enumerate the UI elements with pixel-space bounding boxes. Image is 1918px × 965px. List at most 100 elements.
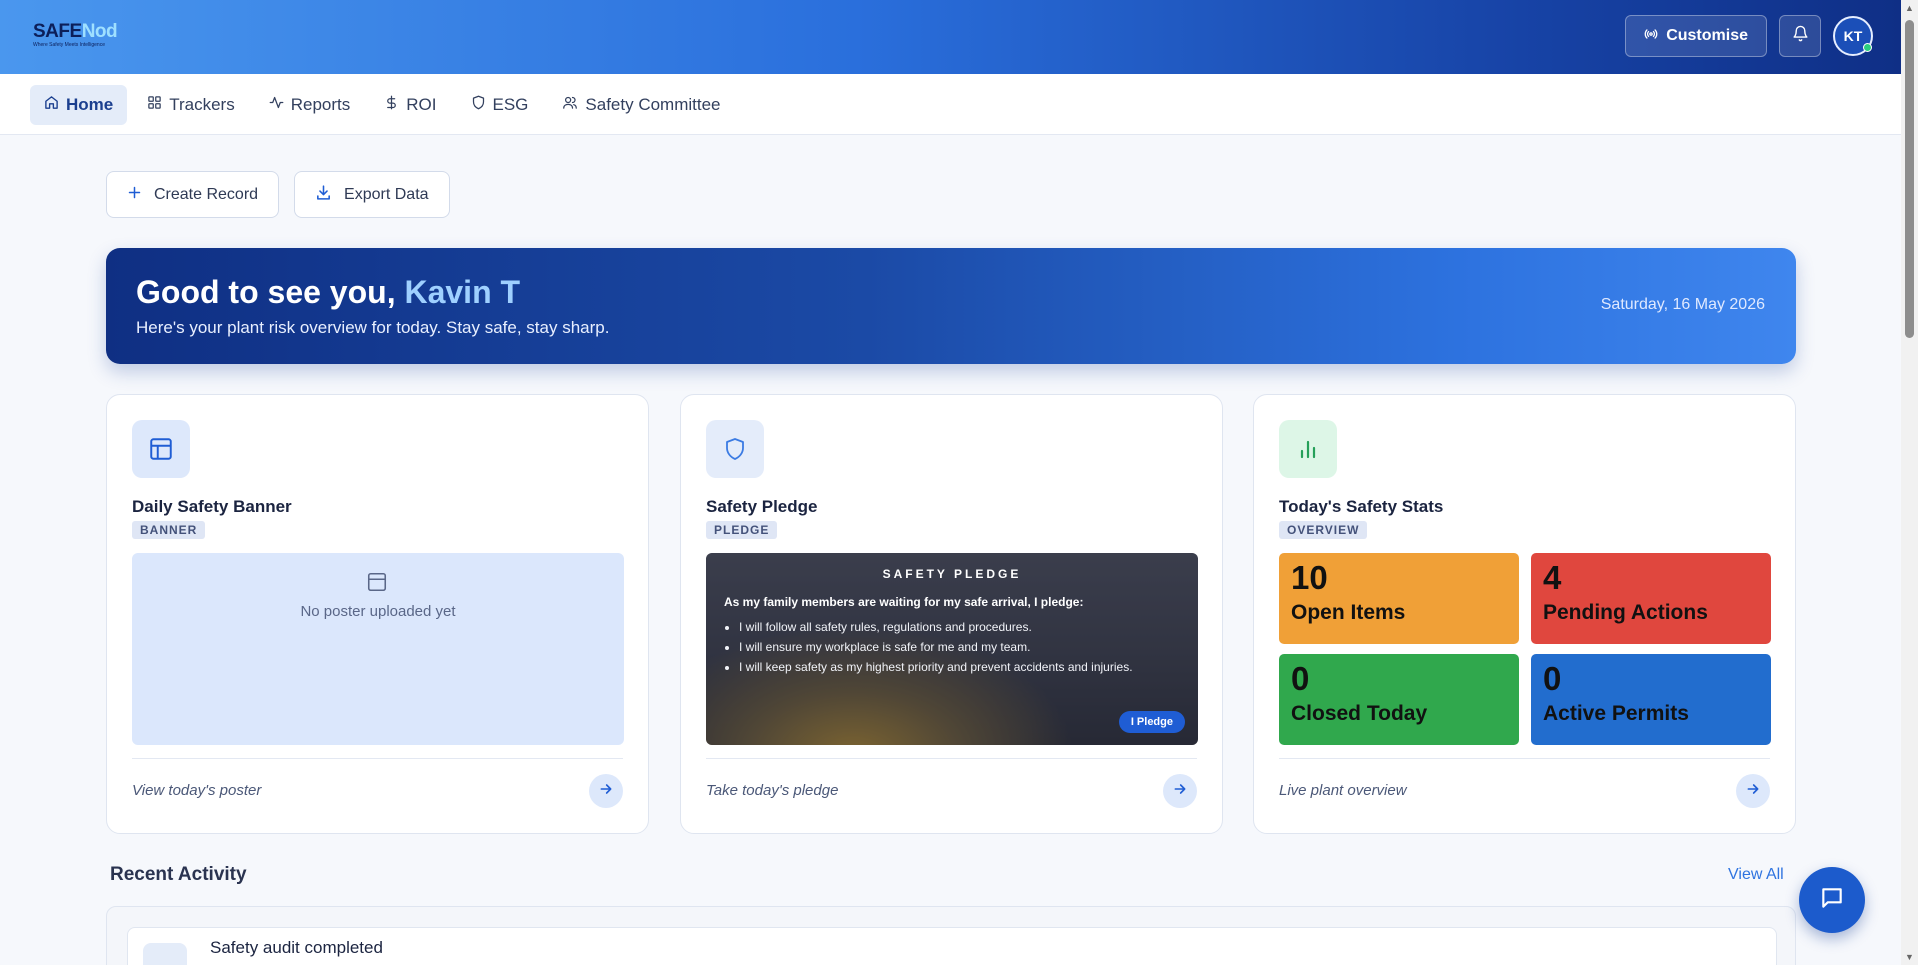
avatar-initials: KT — [1843, 28, 1863, 44]
stat-active-permits[interactable]: 0 Active Permits — [1531, 654, 1771, 745]
daily-safety-banner-card: Daily Safety Banner BANNER No poster upl… — [106, 394, 649, 834]
stat-value: 10 — [1291, 559, 1328, 596]
customise-button[interactable]: Customise — [1625, 15, 1767, 57]
stat-label: Pending Actions — [1543, 601, 1708, 624]
nav-item-esg[interactable]: ESG — [457, 85, 543, 125]
stat-closed-today[interactable]: 0 Closed Today — [1279, 654, 1519, 745]
logo-tagline: Where Safety Meets Intelligence — [33, 42, 105, 48]
create-record-label: Create Record — [154, 185, 259, 203]
users-icon — [562, 95, 578, 115]
nav-label: Trackers — [169, 95, 235, 114]
card-divider — [706, 758, 1197, 759]
broadcast-icon — [1644, 27, 1658, 46]
safety-stats-card: Today's Safety Stats OVERVIEW 10 Open It… — [1253, 394, 1796, 834]
pledge-image: SAFETY PLEDGE As my family members are w… — [706, 553, 1198, 745]
image-placeholder-icon — [366, 571, 388, 598]
nav-item-safety-committee[interactable]: Safety Committee — [548, 85, 734, 125]
arrow-right-icon — [598, 781, 614, 802]
nav-item-reports[interactable]: Reports — [255, 85, 365, 125]
nav-item-trackers[interactable]: Trackers — [133, 85, 249, 125]
stat-pending-actions[interactable]: 4 Pending Actions — [1531, 553, 1771, 644]
nav-label: Reports — [290, 95, 351, 114]
pledge-point: I will follow all safety rules, regulati… — [739, 617, 1133, 637]
welcome-banner: Good to see you, Kavin T Here's your pla… — [106, 248, 1796, 364]
pledge-heading: SAFETY PLEDGE — [882, 567, 1022, 581]
stat-open-items[interactable]: 10 Open Items — [1279, 553, 1519, 644]
user-avatar[interactable]: KT — [1833, 16, 1873, 56]
main-nav-bar: Home Trackers Reports ROI ESG Safety Com… — [0, 74, 1901, 135]
plant-overview-arrow-button[interactable] — [1736, 774, 1770, 808]
arrow-right-icon — [1172, 781, 1188, 802]
stat-value: 0 — [1543, 660, 1562, 697]
app-logo[interactable]: SAFENod Where Safety Meets Intelligence — [33, 21, 118, 49]
card-title: Today's Safety Stats — [1279, 497, 1444, 516]
stat-label: Closed Today — [1291, 702, 1428, 725]
take-pledge-arrow-button[interactable] — [1163, 774, 1197, 808]
pledge-point: I will keep safety as my highest priorit… — [739, 657, 1133, 677]
top-header: SAFENod Where Safety Meets Intelligence … — [0, 0, 1901, 74]
plus-icon — [127, 185, 142, 205]
stat-label: Active Permits — [1543, 702, 1689, 725]
scrollbar-thumb[interactable] — [1905, 20, 1914, 338]
vertical-scrollbar[interactable]: ▲ ▼ — [1901, 0, 1918, 965]
bar-chart-icon — [1279, 420, 1337, 478]
scroll-down-icon[interactable]: ▼ — [1905, 952, 1914, 962]
empty-poster-message: No poster uploaded yet — [300, 603, 456, 620]
card-footer-link[interactable]: View today's poster — [132, 782, 261, 799]
card-tag: BANNER — [132, 521, 206, 539]
shield-icon — [706, 420, 764, 478]
layout-icon — [132, 420, 190, 478]
shield-icon — [471, 95, 486, 115]
chat-icon — [1819, 885, 1845, 916]
bell-icon — [1792, 25, 1809, 47]
arrow-right-icon — [1745, 781, 1761, 802]
view-poster-arrow-button[interactable] — [589, 774, 623, 808]
pledge-points: I will follow all safety rules, regulati… — [739, 617, 1133, 677]
nav-item-roi[interactable]: ROI — [370, 85, 450, 125]
stat-value: 0 — [1291, 660, 1310, 697]
action-buttons-row: Create Record Export Data — [106, 171, 450, 218]
nav-label: ESG — [492, 95, 529, 114]
grid-icon — [147, 95, 162, 115]
view-all-link[interactable]: View All — [1728, 866, 1784, 884]
card-divider — [1279, 758, 1770, 759]
export-data-label: Export Data — [344, 185, 429, 203]
card-tag: PLEDGE — [706, 521, 778, 539]
welcome-subtitle: Here's your plant risk overview for toda… — [136, 318, 610, 337]
card-footer-link[interactable]: Live plant overview — [1279, 782, 1407, 799]
notifications-button[interactable] — [1779, 15, 1821, 57]
home-icon — [44, 95, 59, 115]
recent-activity-panel: Safety audit completed — [106, 906, 1796, 965]
customise-label: Customise — [1666, 27, 1748, 44]
export-data-button[interactable]: Export Data — [294, 171, 450, 218]
list-item[interactable]: Safety audit completed — [127, 927, 1777, 965]
card-title: Safety Pledge — [706, 497, 818, 516]
welcome-heading: Good to see you, Kavin T — [136, 274, 521, 310]
download-icon — [315, 184, 332, 206]
scroll-up-icon[interactable]: ▲ — [1905, 3, 1914, 13]
pledge-point: I will ensure my workplace is safe for m… — [739, 637, 1133, 657]
poster-placeholder[interactable]: No poster uploaded yet — [132, 553, 624, 745]
stat-value: 4 — [1543, 559, 1562, 596]
activity-item-icon — [143, 943, 187, 965]
stat-label: Open Items — [1291, 601, 1406, 624]
activity-icon — [269, 95, 284, 115]
chat-button[interactable] — [1799, 867, 1865, 933]
recent-activity-title: Recent Activity — [110, 864, 247, 885]
nav-item-home[interactable]: Home — [30, 85, 128, 125]
dollar-icon — [384, 95, 399, 115]
pledge-intro: As my family members are waiting for my … — [724, 595, 1084, 609]
card-footer-link[interactable]: Take today's pledge — [706, 782, 838, 799]
card-tag: OVERVIEW — [1279, 521, 1368, 539]
create-record-button[interactable]: Create Record — [106, 171, 280, 218]
i-pledge-button[interactable]: I Pledge — [1118, 711, 1185, 733]
safety-pledge-card: Safety Pledge PLEDGE SAFETY PLEDGE As my… — [680, 394, 1223, 834]
logo-wordmark: SAFENod — [33, 21, 118, 42]
card-title: Daily Safety Banner — [132, 497, 292, 516]
online-status-dot — [1863, 43, 1872, 52]
current-date: Saturday, 16 May 2026 — [1600, 296, 1765, 313]
activity-title: Safety audit completed — [210, 938, 383, 957]
stats-grid: 10 Open Items 4 Pending Actions 0 Closed… — [1279, 553, 1771, 745]
card-divider — [132, 758, 623, 759]
user-name: Kavin T — [404, 274, 521, 310]
